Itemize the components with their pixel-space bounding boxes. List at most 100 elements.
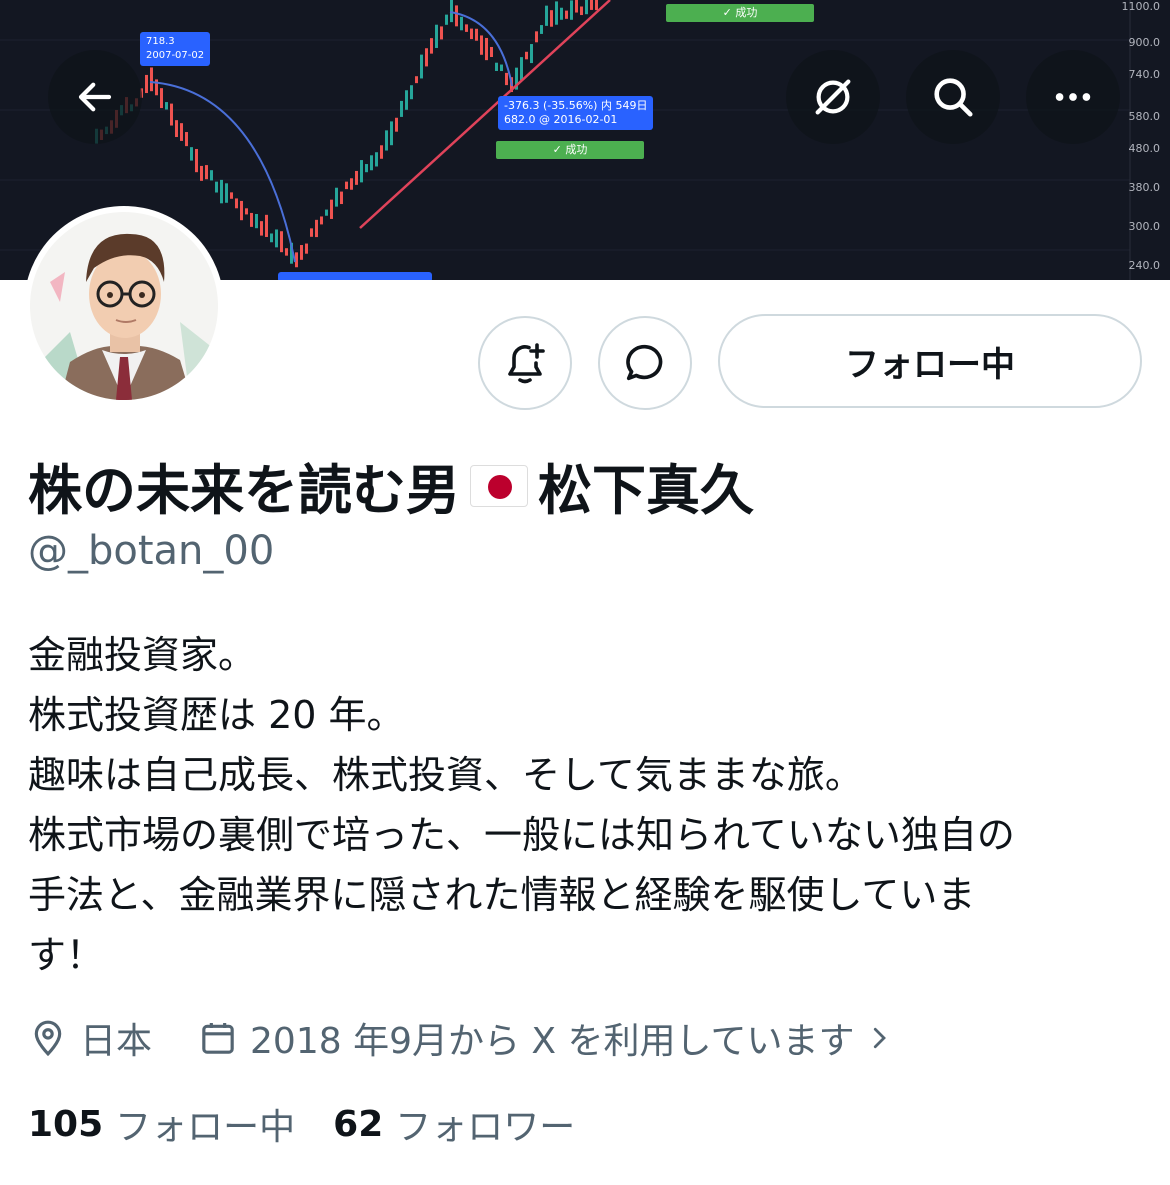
bio-line: 手法と、金融業界に隠された情報と経験を駆使していま <box>28 873 976 917</box>
banner-candle <box>200 165 203 181</box>
join-date-text: 2018 年9月から X を利用しています <box>250 1021 855 1062</box>
banner-candle <box>545 5 548 26</box>
banner-candle <box>300 245 303 260</box>
banner-candle <box>250 212 253 227</box>
banner-candle <box>160 88 163 109</box>
bio-line: 金融投資家。 <box>28 633 257 677</box>
tag-price: 718.3 <box>146 36 175 47</box>
banner-candle <box>455 5 458 27</box>
search-icon <box>934 78 973 117</box>
banner-candle <box>435 24 438 48</box>
banner-candle <box>465 24 468 32</box>
banner-candle <box>565 10 568 19</box>
banner-candle <box>395 117 398 132</box>
location-pin-icon <box>34 1020 62 1057</box>
banner-candle <box>210 170 213 181</box>
banner-candle <box>230 192 233 199</box>
banner-candle <box>335 187 338 207</box>
banner-candle <box>330 199 333 219</box>
banner-candle <box>235 198 238 209</box>
banner-candle <box>425 48 428 67</box>
banner-candle <box>240 200 243 221</box>
banner-candle <box>180 123 183 141</box>
banner-candle <box>205 165 208 180</box>
avatar-image <box>30 212 218 400</box>
arrow-left-icon <box>78 82 112 112</box>
message-icon <box>626 344 663 381</box>
location-text: 日本 <box>80 1021 153 1062</box>
bell-plus-icon <box>508 343 545 384</box>
search-button[interactable] <box>906 50 1000 144</box>
tag-change: -376.3 (-35.56%) 内 549日 <box>504 99 648 112</box>
tag-date: 2007-07-02 <box>146 50 205 61</box>
chevron-right-icon <box>874 1027 887 1049</box>
banner-candle <box>470 28 473 40</box>
banner-candle <box>485 37 488 61</box>
display-name-suffix: 松下真久 <box>538 459 754 522</box>
followers-label[interactable]: フォロワー <box>395 1098 575 1150</box>
banner-candle <box>585 0 588 15</box>
more-icon <box>1055 93 1091 101</box>
banner-candle <box>550 10 553 27</box>
following-count[interactable]: 105 <box>28 1104 103 1145</box>
chart-annotation-mid: -376.3 (-35.56%) 内 549日 682.0 @ 2016-02-… <box>498 96 654 130</box>
banner-candle <box>555 1 558 25</box>
banner-candle <box>325 209 328 216</box>
axis-label: 300.0 <box>1128 220 1161 233</box>
banner-candle <box>440 26 443 40</box>
banner-candle <box>490 46 493 57</box>
chart-annotation-bottom <box>278 272 432 280</box>
back-button[interactable] <box>48 50 142 144</box>
banner-candle <box>215 181 218 193</box>
message-button[interactable] <box>598 316 692 410</box>
followers-count[interactable]: 62 <box>333 1104 383 1145</box>
follow-stats: 105 フォロー中 62 フォロワー <box>28 1098 613 1150</box>
banner-candle <box>370 155 373 171</box>
join-date[interactable]: 2018 年9月から X を利用しています <box>198 1012 906 1064</box>
axis-label: 900.0 <box>1128 36 1161 49</box>
banner-candle <box>145 74 148 94</box>
grok-icon <box>815 79 851 115</box>
following-button[interactable]: フォロー中 <box>718 314 1142 408</box>
banner-candle <box>505 72 508 86</box>
user-handle: @_botan_00 <box>28 528 275 574</box>
banner-candle <box>320 216 323 225</box>
banner-candle <box>175 120 178 138</box>
bio-line: す！ <box>28 933 105 977</box>
banner-candle <box>570 0 573 20</box>
banner-candle <box>590 0 593 10</box>
display-name-text: 株の未来を読む男 <box>28 459 460 522</box>
banner-candle <box>255 213 258 229</box>
axis-label: 380.0 <box>1128 181 1161 194</box>
more-button[interactable] <box>1026 50 1120 144</box>
banner-candle <box>405 90 408 110</box>
banner-candle <box>575 0 578 13</box>
bio-line: 株式市場の裏側で培った、一般には知られていない独自の <box>28 813 1015 857</box>
banner-candle <box>495 62 498 71</box>
banner-candle <box>390 121 393 146</box>
axis-label: 1100.0 <box>1121 0 1161 13</box>
banner-candle <box>360 160 363 183</box>
banner-candle <box>345 181 348 190</box>
banner-candle <box>375 152 378 167</box>
banner-candle <box>270 233 273 243</box>
avatar[interactable] <box>24 206 224 406</box>
banner-candle <box>460 16 463 31</box>
banner-candle <box>305 243 308 254</box>
banner-candle <box>190 147 193 161</box>
banner-candle <box>380 145 383 159</box>
banner-candle <box>530 44 533 64</box>
banner-candle <box>525 51 528 60</box>
banner-candle <box>260 221 263 236</box>
following-label[interactable]: フォロー中 <box>115 1098 295 1150</box>
banner-candle <box>520 57 523 81</box>
grok-button[interactable] <box>786 50 880 144</box>
banner-candle <box>315 219 318 238</box>
banner-candle <box>225 183 228 203</box>
banner-candle <box>415 76 418 84</box>
location: 日本 <box>28 1012 152 1064</box>
banner-candle <box>410 85 413 100</box>
notification-button[interactable] <box>478 316 572 410</box>
chart-annotation-top: 718.3 2007-07-02 <box>140 32 211 66</box>
axis-label: 240.0 <box>1128 259 1161 272</box>
